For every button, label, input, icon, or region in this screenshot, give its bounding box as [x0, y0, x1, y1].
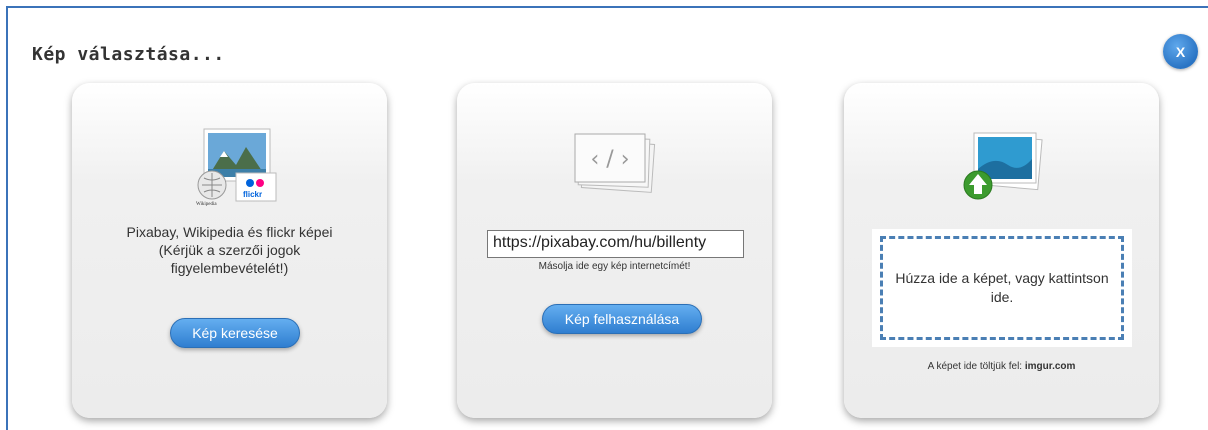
close-button[interactable]: X	[1163, 34, 1198, 69]
search-description-line1: Pixabay, Wikipedia és flickr képei	[126, 224, 333, 240]
url-hint: Másolja ide egy kép internetcímét!	[538, 261, 691, 272]
image-sources-icon: flickr Wikipedia	[196, 128, 277, 207]
wikipedia-logo-text: Wikipedia	[196, 202, 217, 207]
image-url-input[interactable]: https://pixabay.com/hu/billenty	[487, 230, 744, 258]
code-glyph: ‹ / ›	[591, 147, 630, 172]
search-image-button[interactable]: Kép keresése	[170, 318, 300, 348]
search-description-line2: (Kérjük a szerzői jogok	[158, 242, 301, 258]
upload-note-site: imgur.com	[1024, 361, 1076, 372]
use-image-button[interactable]: Kép felhasználása	[542, 304, 702, 334]
search-description: Pixabay, Wikipedia és flickr képei (Kérj…	[72, 223, 387, 277]
image-picker-dialog: Kép választása... X flickr Wikipedia Pix…	[6, 6, 1208, 430]
search-description-line3: figyelembevételét!)	[170, 260, 289, 276]
upload-card: Húzza ide a képet, vagy kattintson ide. …	[844, 83, 1159, 418]
search-card: flickr Wikipedia Pixabay, Wikipedia és f…	[72, 83, 387, 418]
drop-area: Húzza ide a képet, vagy kattintson ide.	[872, 229, 1132, 347]
upload-image-icon	[963, 132, 1043, 200]
code-icon: ‹ / ›	[574, 133, 656, 193]
upload-note-prefix: A képet ide töltjük fel:	[927, 361, 1025, 372]
url-card: ‹ / › https://pixabay.com/hu/billenty Má…	[457, 83, 772, 418]
image-dropzone[interactable]: Húzza ide a képet, vagy kattintson ide.	[880, 236, 1124, 340]
upload-note: A képet ide töltjük fel: imgur.com	[844, 361, 1159, 372]
flickr-logo-text: flickr	[243, 190, 262, 199]
dialog-title: Kép választása...	[32, 44, 225, 65]
